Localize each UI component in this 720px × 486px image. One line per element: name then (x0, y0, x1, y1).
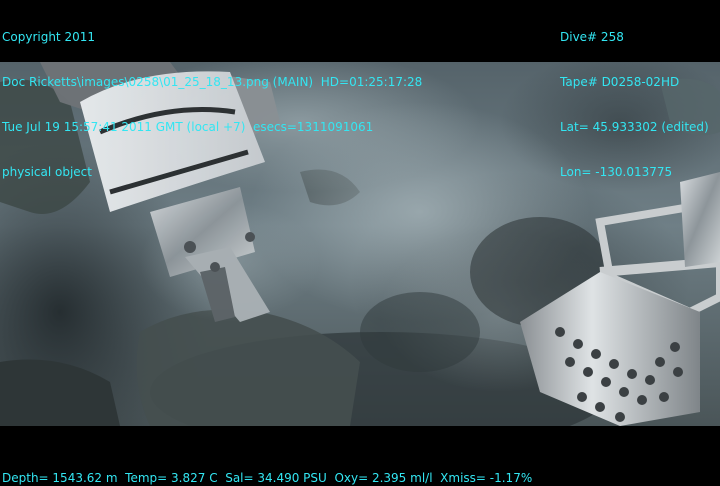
hud-top-left: Copyright 2011 Doc Ricketts\images\0258\… (2, 0, 422, 210)
hud-image-path: Doc Ricketts\images\0258\01_25_18_13.png… (2, 75, 423, 89)
video-frame: Copyright 2011 Doc Ricketts\images\0258\… (0, 0, 720, 486)
hud-timestamp: Tue Jul 19 15:57:41 2011 GMT (local +7) … (2, 120, 374, 134)
hud-sensor-readout: Depth= 1543.62 m Temp= 3.827 C Sal= 34.4… (2, 471, 533, 485)
hud-latitude: Lat= 45.933302 (edited) (560, 120, 709, 134)
hud-dive-number: Dive# 258 (560, 30, 624, 44)
hud-top-right: Dive# 258 Tape# D0258-02HD Lat= 45.93330… (560, 0, 709, 210)
hud-tape-id: Tape# D0258-02HD (560, 75, 680, 89)
hud-longitude: Lon= -130.013775 (560, 165, 673, 179)
hud-copyright: Copyright 2011 (2, 30, 95, 44)
hud-annotation: physical object (2, 165, 92, 179)
